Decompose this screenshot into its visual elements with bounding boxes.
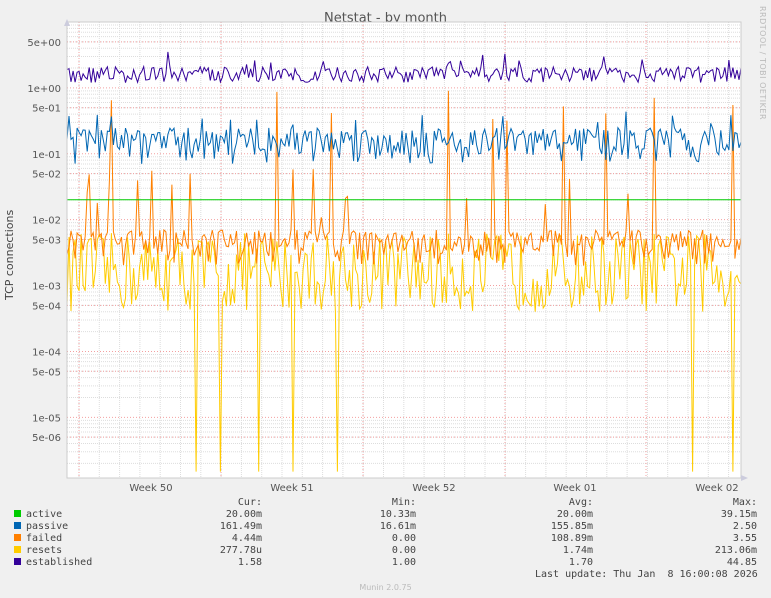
y-tick-label: 1e-01 (32, 150, 61, 161)
y-tick-label: 5e+00 (27, 38, 61, 49)
legend-avg-value: 155.85m (550, 521, 593, 532)
y-tick-label: 5e-01 (32, 104, 61, 115)
legend-avg-value: 108.89m (550, 533, 593, 544)
y-tick-label: 1e-03 (32, 282, 61, 293)
legend-min-value: 16.61m (379, 521, 416, 532)
legend-label: active (26, 509, 63, 520)
y-tick-label: 1e-02 (32, 216, 61, 227)
last-update: Last update: Thu Jan 8 16:00:08 2026 (535, 569, 758, 580)
legend-avg-value: 1.74m (562, 545, 593, 556)
y-tick-label: 5e-03 (32, 235, 61, 246)
legend-swatch (14, 546, 21, 553)
y-tick-label: 5e-02 (32, 170, 61, 181)
legend-min-value: 1.00 (391, 557, 416, 568)
y-tick-label: 5e-06 (32, 433, 61, 444)
legend-swatch (14, 534, 21, 541)
legend-max-value: 3.55 (732, 533, 757, 544)
legend-item-passive: passive (14, 521, 68, 532)
x-tick-label: Week 02 (695, 483, 738, 494)
x-tick-label: Week 51 (270, 483, 313, 494)
legend-cur-value: 1.58 (237, 557, 262, 568)
legend-item-active: active (14, 509, 62, 520)
legend-min-value: 0.00 (391, 533, 416, 544)
legend-min-value: 10.33m (379, 509, 416, 520)
legend-label: failed (26, 533, 63, 544)
x-tick-label: Week 01 (553, 483, 596, 494)
x-axis-arrow-icon (741, 475, 748, 481)
munin-version: Munin 2.0.75 (359, 583, 412, 592)
munin-graph: Netstat - by month RRDTOOL / TOBI OETIKE… (0, 0, 771, 598)
legend-cur-value: 277.78u (219, 545, 262, 556)
legend-label: established (26, 557, 93, 568)
legend-cur-value: 4.44m (231, 533, 262, 544)
legend-label: passive (26, 521, 69, 532)
y-tick-label: 1e+00 (27, 84, 61, 95)
legend-header-max: Max: (732, 497, 757, 508)
y-tick-label: 1e-04 (32, 347, 61, 358)
legend-avg-value: 1.70 (568, 557, 593, 568)
legend-max-value: 213.06m (714, 545, 757, 556)
legend-header-min: Min: (391, 497, 416, 508)
y-tick-label: 1e-05 (32, 413, 61, 424)
legend-swatch (14, 522, 21, 529)
y-tick-label: 5e-04 (32, 301, 61, 312)
legend-cur-value: 20.00m (225, 509, 262, 520)
legend-item-established: established (14, 557, 92, 568)
legend-item-resets: resets (14, 545, 62, 556)
legend-header-avg: Avg: (568, 497, 593, 508)
legend-label: resets (26, 545, 63, 556)
y-tick-label: 5e-05 (32, 367, 61, 378)
legend-header-cur: Cur: (237, 497, 262, 508)
legend-swatch (14, 558, 21, 565)
legend-max-value: 44.85 (726, 557, 757, 568)
x-tick-label: Week 50 (129, 483, 172, 494)
legend-min-value: 0.00 (391, 545, 416, 556)
legend-max-value: 2.50 (732, 521, 757, 532)
legend-swatch (14, 510, 21, 517)
legend-max-value: 39.15m (720, 509, 757, 520)
legend-avg-value: 20.00m (556, 509, 593, 520)
legend-item-failed: failed (14, 533, 62, 544)
legend-cur-value: 161.49m (219, 521, 262, 532)
x-tick-label: Week 52 (412, 483, 455, 494)
